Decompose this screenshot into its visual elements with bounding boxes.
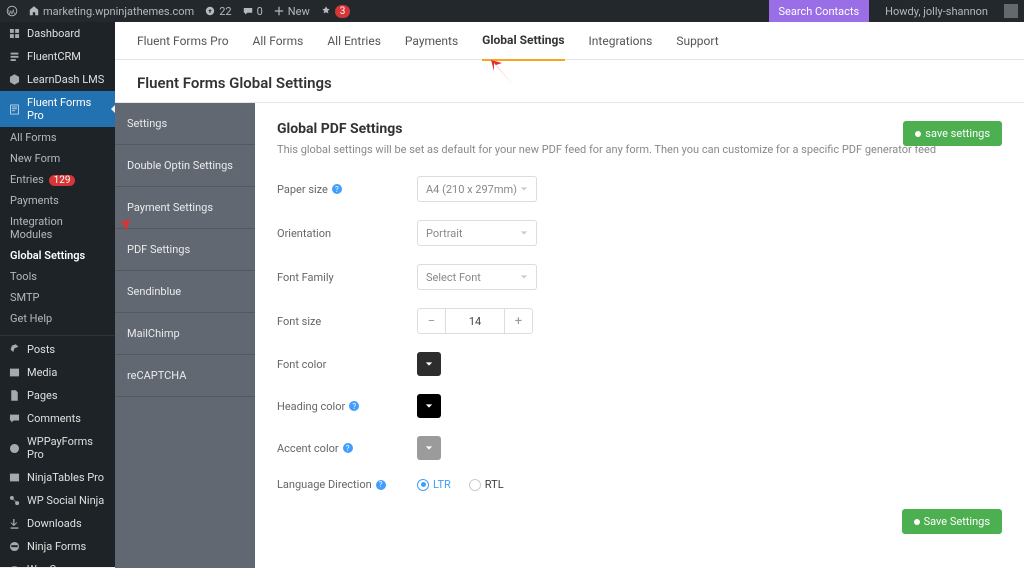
admin-toolbar: marketing.wpninjathemes.com 22 0 New 3 S… [0, 0, 1024, 22]
paper-size-select[interactable]: A4 (210 x 297mm) [417, 176, 537, 202]
sidebar-item-downloads[interactable]: Downloads [0, 512, 115, 535]
stepper-minus[interactable]: − [418, 309, 446, 333]
tab-all-entries[interactable]: All Entries [327, 22, 381, 60]
sidebar-subitem-tools[interactable]: Tools [0, 266, 115, 287]
sidebar-item-comments[interactable]: Comments [0, 407, 115, 430]
heading-color-label: Heading color [277, 400, 345, 413]
chevron-down-icon [520, 273, 528, 281]
sidebar-item-ninjatables-pro[interactable]: NinjaTables Pro [0, 466, 115, 489]
help-icon[interactable]: ? [349, 401, 359, 411]
site-name[interactable]: marketing.wpninjathemes.com [28, 5, 194, 18]
orientation-select[interactable]: Portrait [417, 220, 537, 246]
sidebar-subitem-integration-modules[interactable]: Integration Modules [0, 211, 115, 245]
sidebar-item-wp-social-ninja[interactable]: WP Social Ninja [0, 489, 115, 512]
sidebar-subitem-entries[interactable]: Entries 129 [0, 169, 115, 190]
sidebar-subitem-smtp[interactable]: SMTP [0, 287, 115, 308]
sidebar-item-dashboard[interactable]: Dashboard [0, 22, 115, 45]
content-description: This global settings will be set as defa… [277, 143, 1002, 156]
font-size-label: Font size [277, 315, 321, 328]
sidebar-item-pages[interactable]: Pages [0, 384, 115, 407]
settings-item-double-optin-settings[interactable]: Double Optin Settings [115, 145, 255, 187]
save-settings-top-button[interactable]: save settings [903, 121, 1002, 146]
save-settings-bottom-button[interactable]: Save Settings [902, 509, 1002, 534]
sidebar-subitem-new-form[interactable]: New Form [0, 148, 115, 169]
chevron-down-icon [425, 402, 433, 410]
tab-all-forms[interactable]: All Forms [253, 22, 304, 60]
comments-count[interactable]: 0 [242, 5, 263, 18]
content-title: Global PDF Settings [277, 121, 1002, 137]
sidebar-item-fluentcrm[interactable]: FluentCRM [0, 45, 115, 68]
paper-size-label: Paper size [277, 183, 328, 196]
help-icon[interactable]: ? [376, 480, 386, 490]
settings-item-pdf-settings[interactable]: PDF Settings [115, 229, 255, 271]
chevron-down-icon [425, 444, 433, 452]
sidebar-item-woocommerce[interactable]: WooCommerce [0, 558, 115, 567]
settings-item-mailchimp[interactable]: MailChimp [115, 313, 255, 355]
stepper-plus[interactable]: + [504, 309, 532, 333]
tab-global-settings[interactable]: Global Settings [482, 21, 564, 61]
new-content[interactable]: New [273, 5, 310, 18]
font-family-label: Font Family [277, 271, 334, 284]
sidebar-subitem-global-settings[interactable]: Global Settings [0, 245, 115, 266]
plugin-top-nav: Fluent Forms Pro All Forms All Entries Paym… [115, 22, 1024, 60]
updates[interactable]: 22 [204, 5, 231, 18]
avatar[interactable] [1004, 4, 1018, 18]
accent-color-label: Accent color [277, 442, 339, 455]
heading-color-swatch[interactable] [417, 394, 441, 418]
sidebar-subitem-all-forms[interactable]: All Forms [0, 127, 115, 148]
font-size-stepper[interactable]: − 14 + [417, 308, 533, 334]
chevron-down-icon [520, 185, 528, 193]
sidebar-item-fluent-forms-pro[interactable]: Fluent Forms Pro [0, 91, 115, 127]
settings-item-settings[interactable]: Settings [115, 103, 255, 145]
tab-support[interactable]: Support [676, 22, 718, 60]
accent-color-swatch[interactable] [417, 436, 441, 460]
admin-sidebar: DashboardFluentCRMLearnDash LMSFluent Fo… [0, 22, 115, 567]
sidebar-subitem-get-help[interactable]: Get Help [0, 308, 115, 329]
howdy-user[interactable]: Howdy, jolly-shannon [879, 5, 994, 18]
language-direction-label: Language Direction [277, 478, 372, 491]
ltr-radio[interactable]: LTR [417, 478, 451, 491]
sidebar-item-ninja-forms[interactable]: Ninja Forms [0, 535, 115, 558]
rtl-radio[interactable]: RTL [469, 478, 504, 491]
sidebar-item-learndash-lms[interactable]: LearnDash LMS [0, 68, 115, 91]
tab-integrations[interactable]: Integrations [589, 22, 653, 60]
orientation-label: Orientation [277, 227, 331, 240]
sidebar-subitem-payments[interactable]: Payments [0, 190, 115, 211]
font-color-swatch[interactable] [417, 352, 441, 376]
chevron-down-icon [520, 229, 528, 237]
settings-sidebar: SettingsDouble Optin SettingsPayment Set… [115, 103, 255, 568]
help-icon[interactable]: ? [332, 184, 342, 194]
settings-item-sendinblue[interactable]: Sendinblue [115, 271, 255, 313]
help-icon[interactable]: ? [343, 443, 353, 453]
notifications[interactable]: 3 [320, 5, 351, 18]
page-title: Fluent Forms Global Settings [115, 60, 1024, 103]
search-contacts-button[interactable]: Search Contacts [769, 0, 870, 22]
settings-content: save settings Global PDF Settings This g… [255, 103, 1024, 568]
tab-fluent-forms-pro[interactable]: Fluent Forms Pro [137, 22, 229, 60]
chevron-down-icon [425, 360, 433, 368]
tab-payments[interactable]: Payments [405, 22, 458, 60]
sidebar-item-posts[interactable]: Posts [0, 338, 115, 361]
wp-logo[interactable] [6, 5, 18, 17]
sidebar-item-media[interactable]: Media [0, 361, 115, 384]
settings-item-payment-settings[interactable]: Payment Settings [115, 187, 255, 229]
font-color-label: Font color [277, 358, 326, 371]
font-size-value: 14 [446, 309, 504, 333]
settings-item-recaptcha[interactable]: reCAPTCHA [115, 355, 255, 397]
font-family-select[interactable]: Select Font [417, 264, 537, 290]
sidebar-item-wppayforms-pro[interactable]: WPPayForms Pro [0, 430, 115, 466]
main-area: Fluent Forms Pro All Forms All Entries Paym… [115, 22, 1024, 567]
